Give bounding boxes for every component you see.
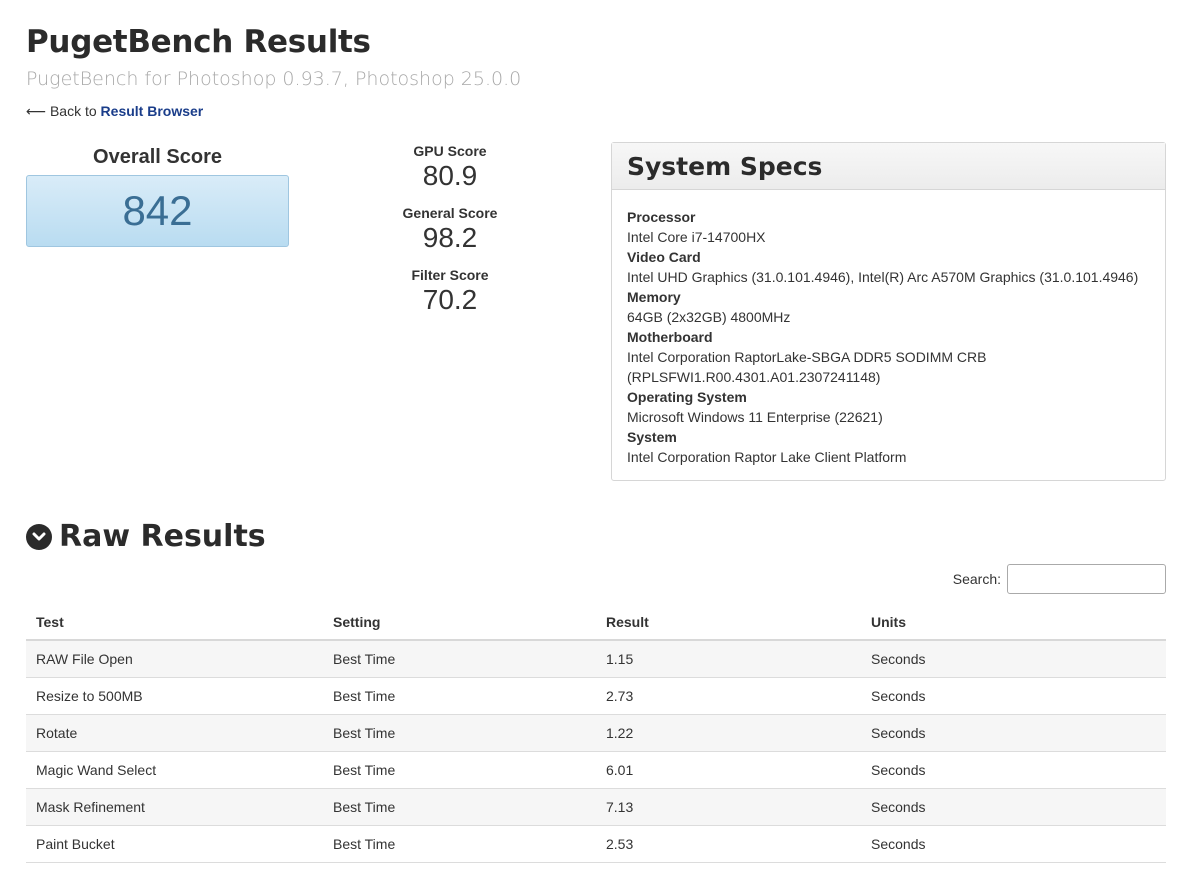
spec-value-system: Intel Corporation Raptor Lake Client Pla… bbox=[627, 449, 907, 465]
cell-result: 2.53 bbox=[596, 825, 861, 863]
gpu-score: GPU Score 80.9 bbox=[390, 143, 510, 193]
filter-score-label: Filter Score bbox=[411, 267, 489, 283]
cell-test: Rotate bbox=[26, 714, 323, 752]
overall-score-label: Overall Score bbox=[93, 146, 222, 168]
cell-result: 7.13 bbox=[596, 788, 861, 826]
spec-label-video-card: Video Card bbox=[627, 249, 701, 265]
cell-setting: Best Time bbox=[323, 640, 596, 678]
spec-value-os: Microsoft Windows 11 Enterprise (22621) bbox=[627, 409, 883, 425]
spec-value-motherboard: Intel Corporation RaptorLake-SBGA DDR5 S… bbox=[627, 349, 987, 365]
search-input[interactable] bbox=[1007, 564, 1166, 594]
spec-label-processor: Processor bbox=[627, 209, 696, 225]
spec-value-motherboard-bios: (RPLSFWI1.R00.4301.A01.2307241148) bbox=[627, 369, 881, 385]
search-row: Search: bbox=[900, 564, 1166, 594]
gpu-score-value: 80.9 bbox=[422, 160, 478, 191]
table-row: Paint Bucket Best Time 2.53 Seconds bbox=[26, 825, 1166, 863]
spec-value-video-card: Intel UHD Graphics (31.0.101.4946), Inte… bbox=[627, 269, 1139, 285]
cell-result: 2.73 bbox=[596, 677, 861, 715]
gpu-score-label: GPU Score bbox=[413, 143, 487, 159]
table-row: Rotate Best Time 1.22 Seconds bbox=[26, 714, 1166, 752]
general-score-value: 98.2 bbox=[422, 222, 478, 253]
cell-setting: Best Time bbox=[323, 714, 596, 752]
raw-results-title: Raw Results bbox=[59, 519, 266, 554]
column-header-test[interactable]: Test bbox=[26, 605, 323, 641]
cell-test: Resize to 500MB bbox=[26, 677, 323, 715]
spec-value-processor: Intel Core i7-14700HX bbox=[627, 229, 766, 245]
cell-result: 6.01 bbox=[596, 751, 861, 789]
spec-label-os: Operating System bbox=[627, 389, 747, 405]
cell-setting: Best Time bbox=[323, 751, 596, 789]
cell-units: Seconds bbox=[861, 825, 1166, 863]
general-score-label: General Score bbox=[402, 205, 498, 221]
cell-test: Magic Wand Select bbox=[26, 751, 323, 789]
table-row: Mask Refinement Best Time 7.13 Seconds bbox=[26, 788, 1166, 826]
overall-score: Overall Score 842 bbox=[26, 146, 289, 247]
cell-setting: Best Time bbox=[323, 825, 596, 863]
raw-results-table: Test Setting Result Units RAW File Open … bbox=[26, 605, 1166, 863]
cell-setting: Best Time bbox=[323, 788, 596, 826]
filter-score: Filter Score 70.2 bbox=[390, 267, 510, 317]
search-label: Search: bbox=[952, 571, 1001, 587]
column-header-result[interactable]: Result bbox=[596, 605, 861, 641]
spec-value-memory: 64GB (2x32GB) 4800MHz bbox=[627, 309, 791, 325]
cell-setting: Best Time bbox=[323, 677, 596, 715]
cell-test: RAW File Open bbox=[26, 640, 323, 678]
cell-units: Seconds bbox=[861, 714, 1166, 752]
cell-units: Seconds bbox=[861, 640, 1166, 678]
page-subtitle: PugetBench for Photoshop 0.93.7, Photosh… bbox=[26, 68, 522, 90]
table-header-row: Test Setting Result Units bbox=[26, 605, 1166, 641]
cell-result: 1.15 bbox=[596, 640, 861, 678]
general-score: General Score 98.2 bbox=[390, 205, 510, 255]
cell-units: Seconds bbox=[861, 751, 1166, 789]
cell-test: Paint Bucket bbox=[26, 825, 323, 863]
column-header-units[interactable]: Units bbox=[861, 605, 1166, 641]
cell-units: Seconds bbox=[861, 788, 1166, 826]
spec-label-motherboard: Motherboard bbox=[627, 329, 713, 345]
back-row: ⟵ Back to Result Browser bbox=[26, 103, 203, 120]
table-row: Magic Wand Select Best Time 6.01 Seconds bbox=[26, 751, 1166, 789]
system-specs-body: Processor Intel Core i7-14700HX Video Ca… bbox=[612, 190, 1165, 467]
filter-score-value: 70.2 bbox=[422, 284, 478, 315]
column-header-setting[interactable]: Setting bbox=[323, 605, 596, 641]
cell-test: Mask Refinement bbox=[26, 788, 323, 826]
overall-score-value: 842 bbox=[26, 175, 289, 247]
result-browser-link[interactable]: Result Browser bbox=[101, 103, 204, 119]
cell-result: 1.22 bbox=[596, 714, 861, 752]
sub-scores: GPU Score 80.9 General Score 98.2 Filter… bbox=[390, 143, 510, 329]
table-row: Resize to 500MB Best Time 2.73 Seconds bbox=[26, 677, 1166, 715]
system-specs-panel: System Specs Processor Intel Core i7-147… bbox=[611, 142, 1166, 481]
page-title: PugetBench Results bbox=[26, 24, 371, 60]
table-row: RAW File Open Best Time 1.15 Seconds bbox=[26, 640, 1166, 678]
system-specs-title: System Specs bbox=[612, 143, 1165, 190]
cell-units: Seconds bbox=[861, 677, 1166, 715]
back-prefix: ⟵ Back to bbox=[26, 103, 101, 119]
spec-label-memory: Memory bbox=[627, 289, 681, 305]
raw-results-heading[interactable]: Raw Results bbox=[26, 519, 266, 554]
spec-label-system: System bbox=[627, 429, 677, 445]
chevron-down-icon[interactable] bbox=[26, 523, 52, 550]
